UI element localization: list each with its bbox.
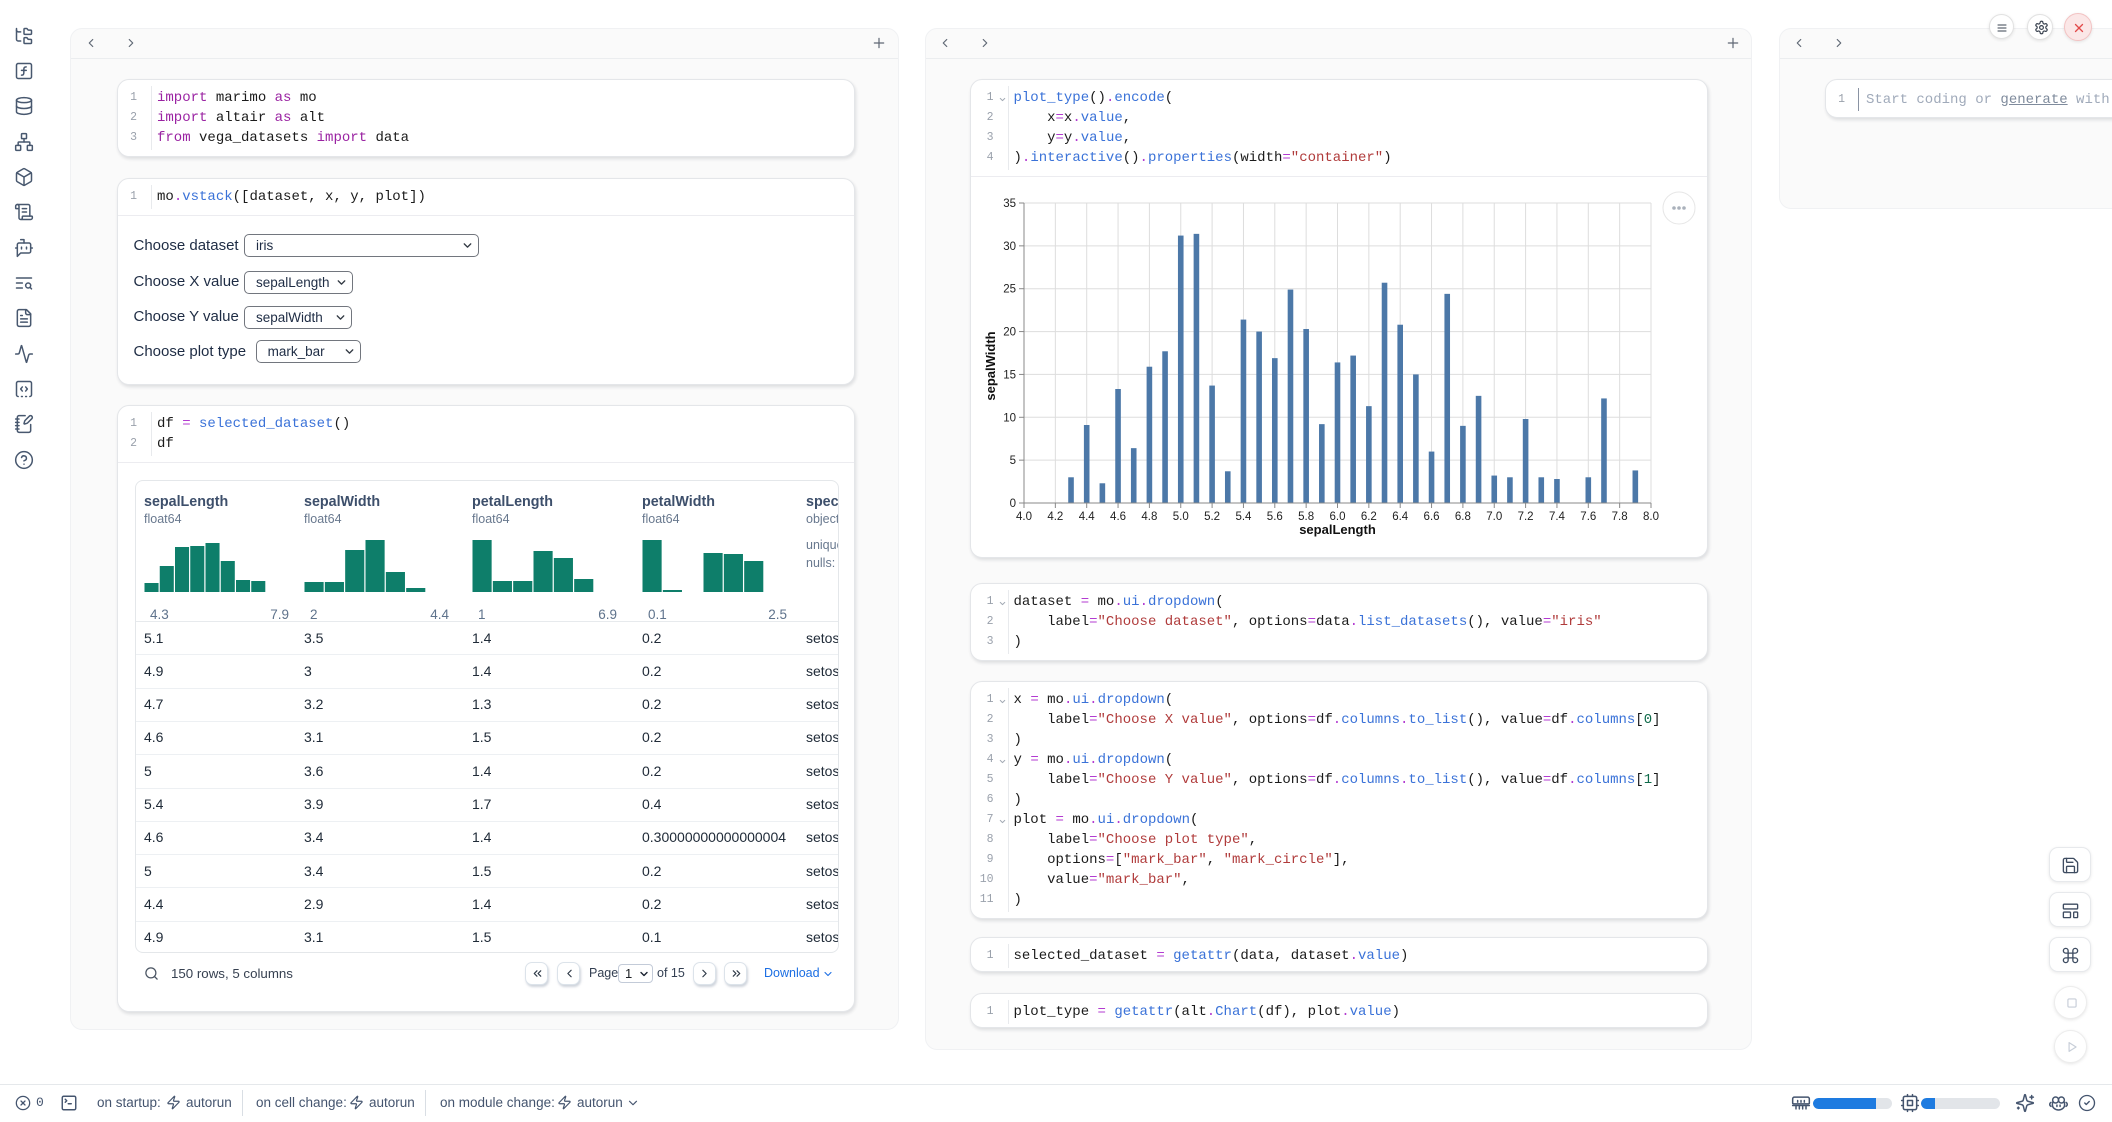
svg-text:30: 30 [1003,241,1016,253]
svg-text:25: 25 [1003,284,1016,296]
svg-text:5: 5 [1010,455,1016,467]
svg-text:5.2: 5.2 [1204,511,1220,523]
svg-text:6.6: 6.6 [1424,511,1440,523]
svg-text:7.2: 7.2 [1518,511,1534,523]
svg-text:4.8: 4.8 [1141,511,1157,523]
svg-text:4.6: 4.6 [1110,511,1126,523]
svg-text:0: 0 [1010,498,1016,510]
svg-text:7.8: 7.8 [1612,511,1628,523]
svg-text:4.4: 4.4 [1079,511,1096,523]
svg-text:5.6: 5.6 [1267,511,1283,523]
svg-text:20: 20 [1003,327,1016,339]
svg-text:7.6: 7.6 [1580,511,1596,523]
svg-text:4.0: 4.0 [1016,511,1032,523]
svg-text:sepalLength: sepalLength [1299,522,1376,537]
svg-text:6.4: 6.4 [1392,511,1409,523]
svg-text:6.8: 6.8 [1455,511,1471,523]
svg-text:15: 15 [1003,369,1016,381]
svg-text:8.0: 8.0 [1643,511,1659,523]
svg-text:7.0: 7.0 [1486,511,1502,523]
svg-text:5.0: 5.0 [1173,511,1189,523]
svg-text:5.4: 5.4 [1235,511,1252,523]
svg-text:7.4: 7.4 [1549,511,1566,523]
svg-text:10: 10 [1003,412,1016,424]
svg-text:35: 35 [1003,198,1016,210]
svg-text:4.2: 4.2 [1047,511,1063,523]
svg-text:sepalWidth: sepalWidth [983,331,998,400]
